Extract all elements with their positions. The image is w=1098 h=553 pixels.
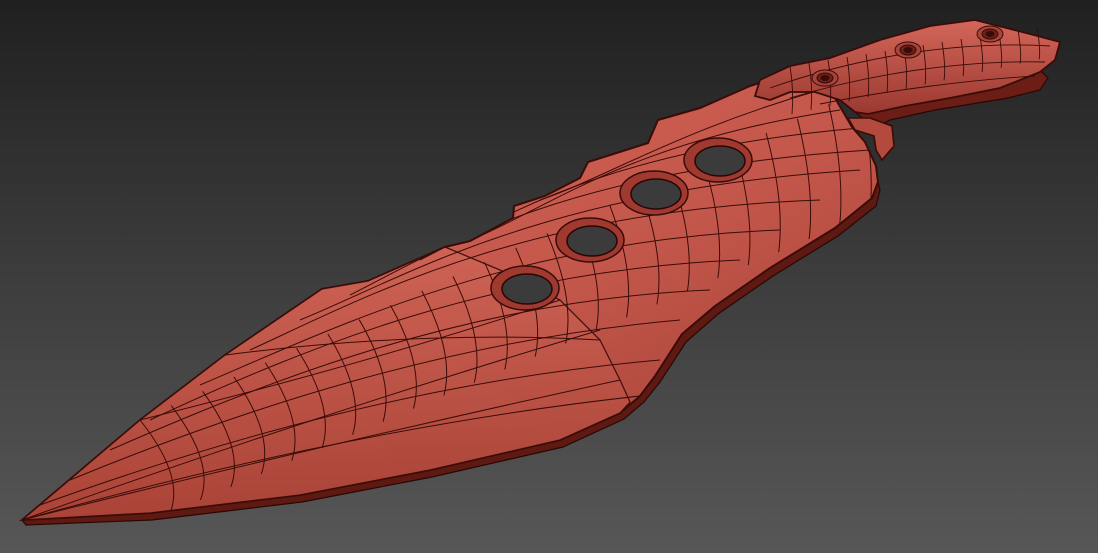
blade-hole xyxy=(619,170,689,216)
knife-model xyxy=(19,19,1062,526)
screw xyxy=(894,41,922,59)
blade-hole xyxy=(683,137,753,183)
screw xyxy=(811,69,839,87)
3d-viewport[interactable] xyxy=(0,0,1098,553)
blade-hole xyxy=(555,217,625,263)
blade-hole xyxy=(490,265,560,311)
screw xyxy=(976,25,1004,43)
